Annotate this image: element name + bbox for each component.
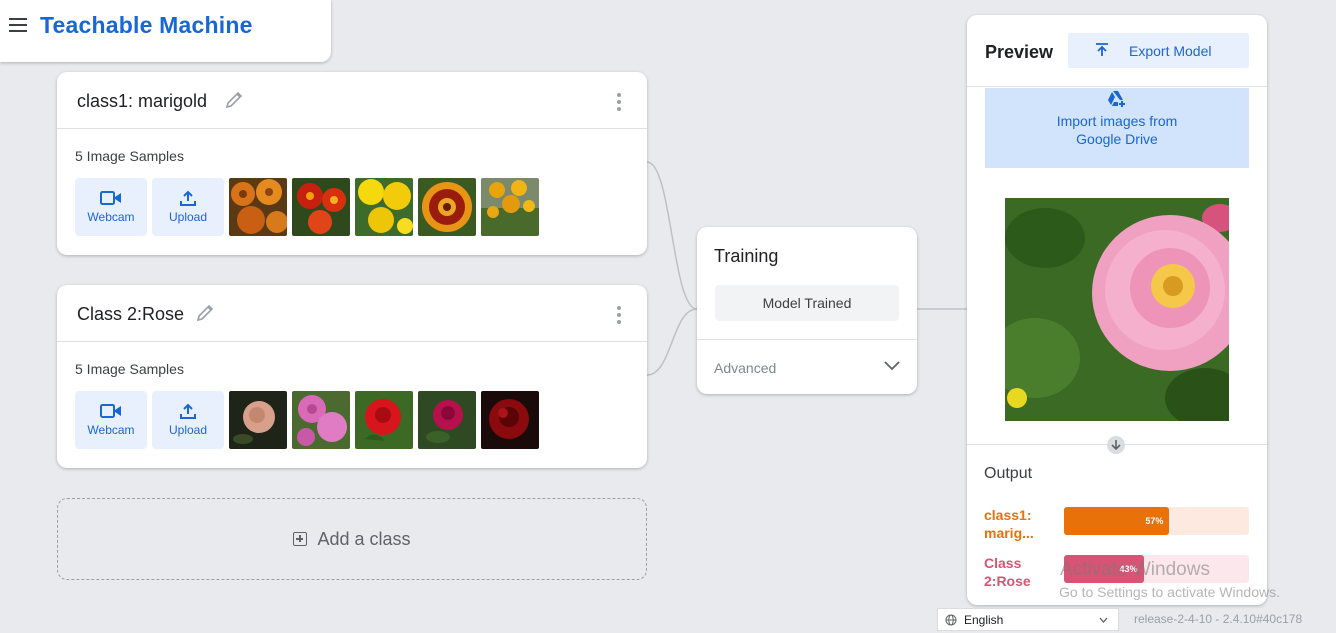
app-title: Teachable Machine — [40, 12, 253, 38]
sample-thumbnail[interactable] — [481, 391, 539, 449]
output-label-line2: 2:Rose — [984, 573, 1031, 589]
hamburger-menu-icon[interactable] — [9, 18, 27, 32]
sample-thumbnail[interactable] — [229, 178, 287, 236]
windows-activation-subtitle: Go to Settings to activate Windows. — [1059, 584, 1280, 600]
drive-label-line2: Google Drive — [1076, 131, 1158, 147]
google-drive-add-icon — [1108, 91, 1125, 107]
output-class-1-label: class1: marig... — [984, 506, 1054, 542]
class-card-1: class1: marigold 5 Image Samples Webcam … — [57, 72, 647, 255]
output-label-line1: class1: — [984, 507, 1032, 523]
chevron-down-icon — [1099, 617, 1108, 623]
class-card-2: Class 2:Rose 5 Image Samples Webcam Uplo… — [57, 285, 647, 468]
globe-icon — [945, 614, 957, 626]
samples-count: 5 Image Samples — [75, 148, 184, 164]
drive-label-line1: Import images from — [1056, 113, 1178, 129]
preview-panel: Preview Export Model Import images from … — [967, 15, 1267, 605]
upload-label: Upload — [168, 210, 208, 224]
release-version: release-2-4-10 - 2.4.10#40c178 — [1134, 612, 1303, 626]
sample-thumbnail[interactable] — [355, 178, 413, 236]
output-class-2-label: Class 2:Rose — [984, 554, 1054, 590]
class-card-header: class1: marigold — [57, 72, 647, 129]
language-value: English — [964, 613, 1004, 627]
advanced-toggle[interactable]: Advanced — [697, 339, 917, 394]
more-options-icon[interactable] — [617, 306, 621, 324]
webcam-label: Webcam — [87, 210, 135, 224]
sample-thumbnail[interactable] — [481, 178, 539, 236]
export-label: Export Model — [1129, 43, 1212, 59]
webcam-button[interactable]: Webcam — [75, 391, 147, 449]
samples-count: 5 Image Samples — [75, 361, 184, 377]
output-label-line1: Class — [984, 555, 1022, 571]
app-header: Teachable Machine — [0, 0, 331, 62]
output-class-1-fill: 57% — [1064, 507, 1170, 535]
edit-pencil-icon[interactable] — [195, 303, 215, 323]
advanced-label: Advanced — [714, 360, 777, 376]
webcam-label: Webcam — [87, 423, 135, 437]
arrow-down-icon — [1107, 436, 1125, 454]
preview-title: Preview — [985, 42, 1054, 62]
webcam-button[interactable]: Webcam — [75, 178, 147, 236]
class-name: class1: marigold — [77, 91, 208, 111]
upload-icon — [180, 190, 196, 206]
output-class-1-bar: 57% — [1064, 507, 1249, 535]
sample-thumbnail[interactable] — [292, 391, 350, 449]
sample-thumbnail[interactable] — [418, 178, 476, 236]
train-model-button[interactable]: Model Trained — [715, 285, 899, 321]
video-camera-icon — [100, 191, 121, 205]
chevron-down-icon — [884, 361, 900, 371]
upload-label: Upload — [168, 423, 208, 437]
add-class-button[interactable]: Add a class — [57, 498, 647, 580]
output-title: Output — [984, 465, 1033, 482]
preview-image — [1005, 198, 1229, 421]
sample-thumbnail[interactable] — [229, 391, 287, 449]
video-camera-icon — [100, 404, 121, 418]
edit-pencil-icon[interactable] — [224, 90, 244, 110]
sample-thumbnail[interactable] — [418, 391, 476, 449]
upload-icon — [180, 403, 196, 419]
training-panel: Training Model Trained Advanced — [697, 227, 917, 394]
preview-header: Preview Export Model — [967, 15, 1267, 87]
output-label-line2: marig... — [984, 525, 1034, 541]
sample-thumbnail[interactable] — [355, 391, 413, 449]
add-class-label: Add a class — [317, 528, 411, 549]
class-name: Class 2:Rose — [77, 304, 185, 324]
windows-activation-title: Activate Windows — [1060, 559, 1210, 580]
upload-button[interactable]: Upload — [152, 178, 224, 236]
export-upload-icon — [1096, 43, 1108, 56]
more-options-icon[interactable] — [617, 93, 621, 111]
add-box-icon — [293, 532, 308, 546]
import-google-drive-button[interactable]: Import images from Google Drive — [985, 88, 1249, 168]
training-title: Training — [714, 246, 779, 266]
language-select[interactable]: English — [937, 608, 1119, 631]
export-model-button[interactable]: Export Model — [1068, 33, 1249, 68]
sample-thumbnail[interactable] — [292, 178, 350, 236]
class-card-header: Class 2:Rose — [57, 285, 647, 342]
upload-button[interactable]: Upload — [152, 391, 224, 449]
